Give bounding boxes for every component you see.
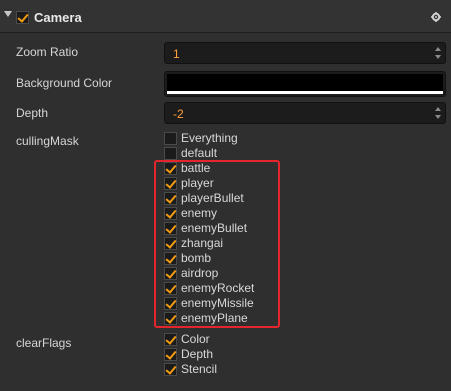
depth-label: Depth — [16, 106, 49, 120]
zoom-ratio-field[interactable]: 1 — [164, 42, 446, 64]
color-swatch — [167, 74, 443, 91]
depth-field[interactable]: -2 — [164, 102, 446, 124]
checkbox-row[interactable]: Color — [164, 332, 364, 347]
zoom-ratio-label: Zoom Ratio — [16, 45, 79, 59]
spin-up-icon[interactable] — [435, 47, 441, 51]
collapse-arrow-icon[interactable] — [4, 11, 12, 17]
culling-mask-label: cullingMask — [16, 134, 79, 148]
highlight-box — [154, 160, 280, 328]
zoom-ratio-value: 1 — [173, 47, 180, 61]
background-color-label: Background Color — [16, 76, 113, 90]
clear-flags-label: clearFlags — [16, 336, 72, 350]
checkbox-row[interactable]: Stencil — [164, 362, 364, 377]
checkmark-icon — [17, 11, 29, 23]
zoom-ratio-spinner[interactable] — [433, 45, 443, 61]
checkbox[interactable] — [164, 333, 177, 346]
checkmark-icon — [165, 363, 177, 375]
depth-value: -2 — [173, 107, 184, 121]
checkbox-label: Depth — [181, 347, 214, 361]
checkmark-icon — [165, 348, 177, 360]
depth-spinner[interactable] — [433, 105, 443, 121]
background-color-field[interactable] — [164, 71, 446, 97]
checkbox-label: Stencil — [181, 362, 218, 376]
spin-down-icon[interactable] — [435, 55, 441, 59]
checkmark-icon — [165, 333, 177, 345]
checkbox-label: Color — [181, 332, 210, 346]
component-enabled-checkbox[interactable] — [16, 11, 29, 24]
checkbox[interactable] — [164, 348, 177, 361]
checkbox-row[interactable]: default — [164, 146, 364, 161]
spin-down-icon[interactable] — [435, 115, 441, 119]
checkbox[interactable] — [164, 147, 177, 160]
checkbox-row[interactable]: Everything — [164, 131, 364, 146]
component-header: Camera — [0, 0, 451, 33]
checkbox-row[interactable]: Depth — [164, 347, 364, 362]
component-title: Camera — [34, 10, 82, 25]
checkbox-label: default — [181, 146, 218, 160]
spin-up-icon[interactable] — [435, 107, 441, 111]
checkbox[interactable] — [164, 363, 177, 376]
checkbox[interactable] — [164, 132, 177, 145]
gear-icon[interactable] — [431, 12, 441, 22]
checkbox-label: Everything — [181, 131, 238, 145]
alpha-bar — [167, 91, 443, 94]
